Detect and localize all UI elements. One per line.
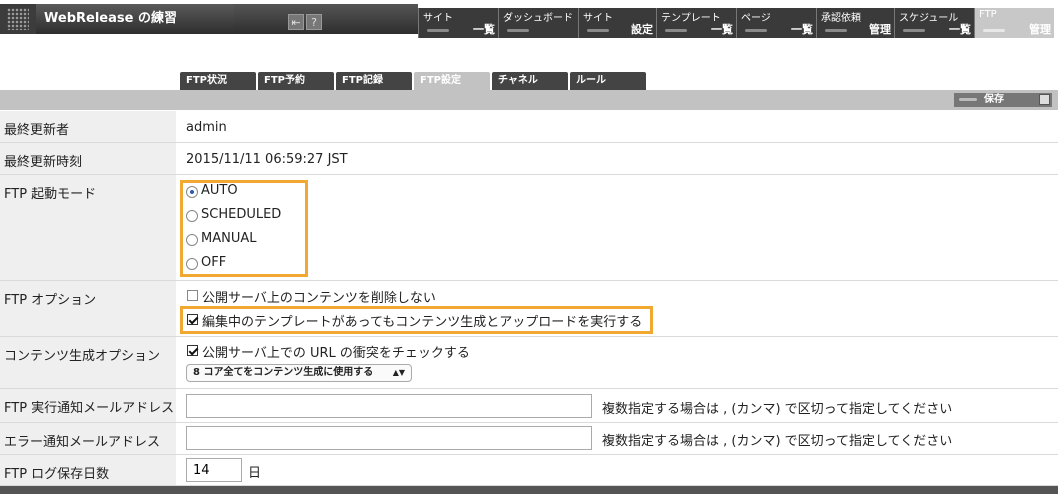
radio-manual-label: MANUAL (201, 231, 257, 246)
back-icon[interactable]: ⇤ (288, 14, 304, 30)
nav-item-bottom-label: 一覧 (791, 23, 813, 36)
radio-off-label: OFF (201, 255, 227, 270)
checkbox-keep-remote-contents-label: 公開サーバ上のコンテンツを削除しない (202, 291, 436, 306)
notify-email-label: FTP 実行通知メールアドレス (0, 389, 176, 422)
nav-item-template-list[interactable]: テンプレート 一覧 (656, 8, 736, 38)
ftp-options-label: FTP オプション (0, 281, 176, 336)
log-days-input[interactable] (186, 458, 242, 482)
checkbox-check-url-conflict-label: 公開サーバ上での URL の衝突をチェックする (202, 346, 470, 361)
checkbox-run-with-editing-templates[interactable] (187, 314, 198, 325)
nav-dash-icon (587, 29, 609, 32)
nav-dash-icon (665, 29, 687, 32)
row-gen-options: コンテンツ生成オプション (0, 337, 1058, 389)
checkbox-run-with-editing-templates-label: 編集中のテンプレートがあってもコンテンツ生成とアップロードを実行する (202, 315, 643, 330)
tab-rules[interactable]: ルール (570, 72, 646, 90)
nav-item-bottom-label: 管理 (869, 23, 891, 36)
core-usage-select[interactable]: 8 コア全てをコンテンツ生成に使用する ▲▼ (186, 364, 412, 382)
nav-item-dashboard[interactable]: ダッシュボード (498, 8, 578, 38)
tab-ftp-status[interactable]: FTP状況 (180, 72, 256, 90)
tab-ftp-log[interactable]: FTP記録 (336, 72, 412, 90)
save-button-label: 保存 (984, 94, 1004, 105)
nav-item-schedule-list[interactable]: スケジュール 一覧 (894, 8, 974, 38)
nav-dash-icon (745, 29, 767, 32)
nav-item-bottom-label: 一覧 (473, 23, 495, 36)
nav-item-top-label: ページ (741, 13, 771, 24)
ftp-mode-label: FTP 起動モード (0, 175, 176, 280)
site-title: WebRelease の練習 (36, 4, 234, 34)
notify-email-hint: 複数指定する場合は , (カンマ) で区切って指定してください (602, 402, 953, 417)
toolbar (0, 90, 1058, 110)
select-arrows-icon: ▲▼ (392, 368, 405, 377)
nav-item-bottom-label: 一覧 (711, 23, 733, 36)
save-dash-icon (959, 98, 977, 101)
row-last-updater: 最終更新者 admin (0, 111, 1058, 143)
row-ftp-mode: FTP 起動モード (0, 175, 1058, 281)
title-bar-extension (234, 4, 418, 34)
error-email-label: エラー通知メールアドレス (0, 423, 176, 454)
error-email-input[interactable] (186, 426, 592, 450)
nav-item-bottom-label: 管理 (1029, 23, 1051, 36)
main-nav: サイト 一覧 ダッシュボード サイト 設定 テンプレート 一覧 ページ 一覧 承… (418, 8, 1054, 38)
notify-email-input[interactable] (186, 394, 592, 418)
last-updater-label: 最終更新者 (0, 111, 176, 142)
row-log-days: FTP ログ保存日数 (0, 455, 1058, 486)
gen-options-label: コンテンツ生成オプション (0, 337, 176, 388)
nav-item-bottom-label: 設定 (631, 23, 653, 36)
nav-dash-icon (903, 29, 925, 32)
checkbox-keep-remote-contents[interactable] (187, 290, 198, 301)
checkbox-check-url-conflict[interactable] (187, 345, 198, 356)
tab-ftp-reservation[interactable]: FTP予約 (258, 72, 334, 90)
last-updated-label: 最終更新時刻 (0, 143, 176, 174)
radio-manual[interactable] (186, 234, 198, 246)
radio-off[interactable] (186, 258, 198, 270)
ftp-tabs: FTP状況 FTP予約 FTP記録 FTP設定 チャネル ルール (180, 72, 646, 90)
nav-item-site-list[interactable]: サイト 一覧 (418, 8, 498, 38)
radio-scheduled-label: SCHEDULED (201, 207, 282, 222)
nav-dash-icon (507, 29, 529, 32)
nav-dash-icon (983, 29, 1005, 32)
nav-dash-icon (825, 29, 847, 32)
radio-scheduled[interactable] (186, 210, 198, 222)
app-logo[interactable] (0, 4, 36, 34)
nav-item-top-label: サイト (583, 13, 613, 24)
nav-dash-icon (427, 29, 449, 32)
radio-auto[interactable] (186, 186, 198, 198)
nav-item-site-settings[interactable]: サイト 設定 (578, 8, 656, 38)
save-button[interactable]: 保存 (954, 93, 1052, 107)
ftp-mode-highlight (180, 180, 308, 277)
tab-channel[interactable]: チャネル (492, 72, 568, 90)
row-last-updated: 最終更新時刻 2015/11/11 06:59:27 JST (0, 143, 1058, 175)
tab-ftp-settings[interactable]: FTP設定 (414, 72, 490, 90)
nav-item-top-label: ダッシュボード (503, 13, 573, 24)
log-days-unit: 日 (248, 466, 262, 481)
logo-dots-icon (7, 8, 29, 30)
help-icon[interactable]: ? (306, 14, 322, 30)
nav-item-page-list[interactable]: ページ 一覧 (736, 8, 816, 38)
core-usage-select-value: 8 コア全てをコンテンツ生成に使用する (193, 367, 374, 378)
nav-item-approval[interactable]: 承認依頼 管理 (816, 8, 894, 38)
bottom-bar (0, 486, 1058, 494)
error-email-hint: 複数指定する場合は , (カンマ) で区切って指定してください (602, 434, 953, 449)
nav-item-top-label: サイト (423, 13, 453, 24)
save-icon (1039, 94, 1050, 105)
nav-item-ftp-manage[interactable]: FTP 管理 (974, 8, 1054, 38)
nav-item-top-label: 承認依頼 (821, 13, 861, 24)
radio-auto-label: AUTO (201, 183, 238, 198)
log-days-label: FTP ログ保存日数 (0, 455, 176, 485)
last-updater-value: admin (186, 120, 227, 135)
nav-item-top-label: FTP (979, 9, 997, 20)
last-updated-value: 2015/11/11 06:59:27 JST (186, 152, 348, 167)
nav-item-bottom-label: 一覧 (949, 23, 971, 36)
